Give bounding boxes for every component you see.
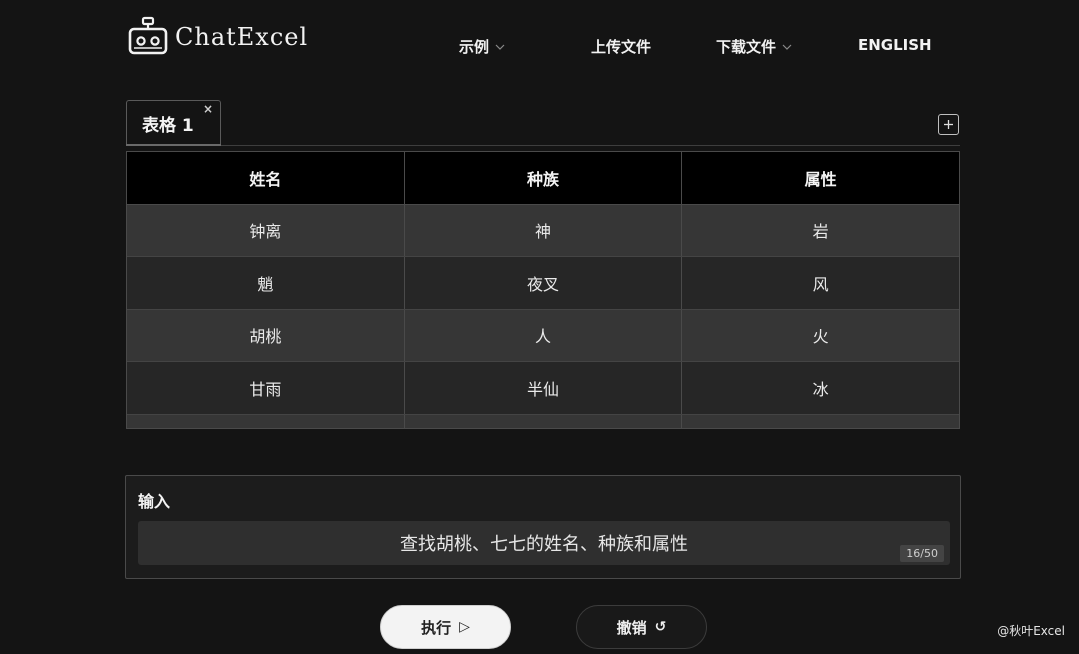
table-row: 甘雨 半仙 冰 (127, 361, 959, 415)
data-table: 姓名 种族 属性 钟离 神 岩 魈 夜叉 风 胡桃 人 火 甘雨 半仙 冰 (126, 151, 960, 429)
chevron-down-icon (495, 44, 505, 50)
close-icon[interactable]: × (203, 102, 213, 116)
plus-icon (944, 120, 953, 129)
table-cell[interactable]: 岩 (681, 204, 959, 257)
table-header-row: 姓名 种族 属性 (127, 152, 959, 205)
robot-icon (128, 16, 168, 55)
table-cell[interactable]: 冰 (681, 361, 959, 415)
column-header[interactable]: 属性 (681, 152, 959, 205)
tab-active-indicator (126, 144, 221, 146)
table-cell[interactable]: 甘雨 (127, 361, 405, 415)
nav-upload[interactable]: 上传文件 (591, 36, 651, 57)
query-text: 查找胡桃、七七的姓名、种族和属性 (400, 534, 688, 555)
watermark: @秋叶Excel (997, 624, 1065, 638)
table-row: 魈 夜叉 风 (127, 256, 959, 310)
undo-button-label: 撤销 (616, 618, 647, 637)
tab-divider (126, 145, 960, 146)
table-row: 钟离 神 岩 (127, 204, 959, 257)
table-cell[interactable]: 火 (681, 309, 959, 362)
table-cell[interactable]: 人 (404, 309, 683, 362)
input-panel: 输入 查找胡桃、七七的姓名、种族和属性 16/50 (125, 475, 961, 579)
tab-sheet-1[interactable]: 表格 1 × (126, 100, 221, 145)
table-cell[interactable]: 魈 (127, 256, 405, 310)
nav-upload-label: 上传文件 (591, 38, 652, 56)
run-button-label: 执行 (421, 618, 452, 637)
column-header[interactable]: 种族 (404, 152, 683, 205)
nav-download[interactable]: 下载文件 (716, 36, 792, 57)
table-cell[interactable]: 半仙 (404, 361, 683, 415)
undo-button[interactable]: 撤销 ↺ (576, 605, 707, 649)
char-counter: 16/50 (900, 545, 944, 562)
table-cell[interactable]: 风 (681, 256, 959, 310)
column-header[interactable]: 姓名 (127, 152, 405, 205)
top-header: ChatExcel 示例 上传文件 下载文件 ENGLISH (0, 0, 1079, 90)
table-cell-empty (404, 414, 683, 428)
query-input[interactable]: 查找胡桃、七七的姓名、种族和属性 16/50 (138, 521, 950, 565)
table-cell[interactable]: 钟离 (127, 204, 405, 257)
table-cell[interactable]: 夜叉 (404, 256, 683, 310)
nav-examples-label: 示例 (459, 38, 490, 56)
nav-download-label: 下载文件 (716, 38, 777, 56)
add-tab-button[interactable] (938, 114, 959, 135)
table-cell-empty (681, 414, 959, 428)
table-row-partial (127, 414, 959, 428)
table-cell[interactable]: 胡桃 (127, 309, 405, 362)
input-title: 输入 (138, 492, 171, 511)
table-row: 胡桃 人 火 (127, 309, 959, 362)
undo-icon: ↺ (654, 619, 667, 635)
run-button[interactable]: 执行 ▷ (380, 605, 511, 649)
nav-examples[interactable]: 示例 (459, 36, 505, 57)
brand-logo[interactable]: ChatExcel (127, 16, 308, 58)
brand-name: ChatExcel (175, 23, 309, 51)
nav-language[interactable]: ENGLISH (858, 36, 932, 54)
play-icon: ▷ (459, 619, 470, 635)
nav-language-label: ENGLISH (858, 36, 932, 54)
table-cell-empty (127, 414, 405, 428)
tab-label: 表格 1 (142, 115, 194, 136)
table-cell[interactable]: 神 (404, 204, 683, 257)
chevron-down-icon (782, 44, 792, 50)
